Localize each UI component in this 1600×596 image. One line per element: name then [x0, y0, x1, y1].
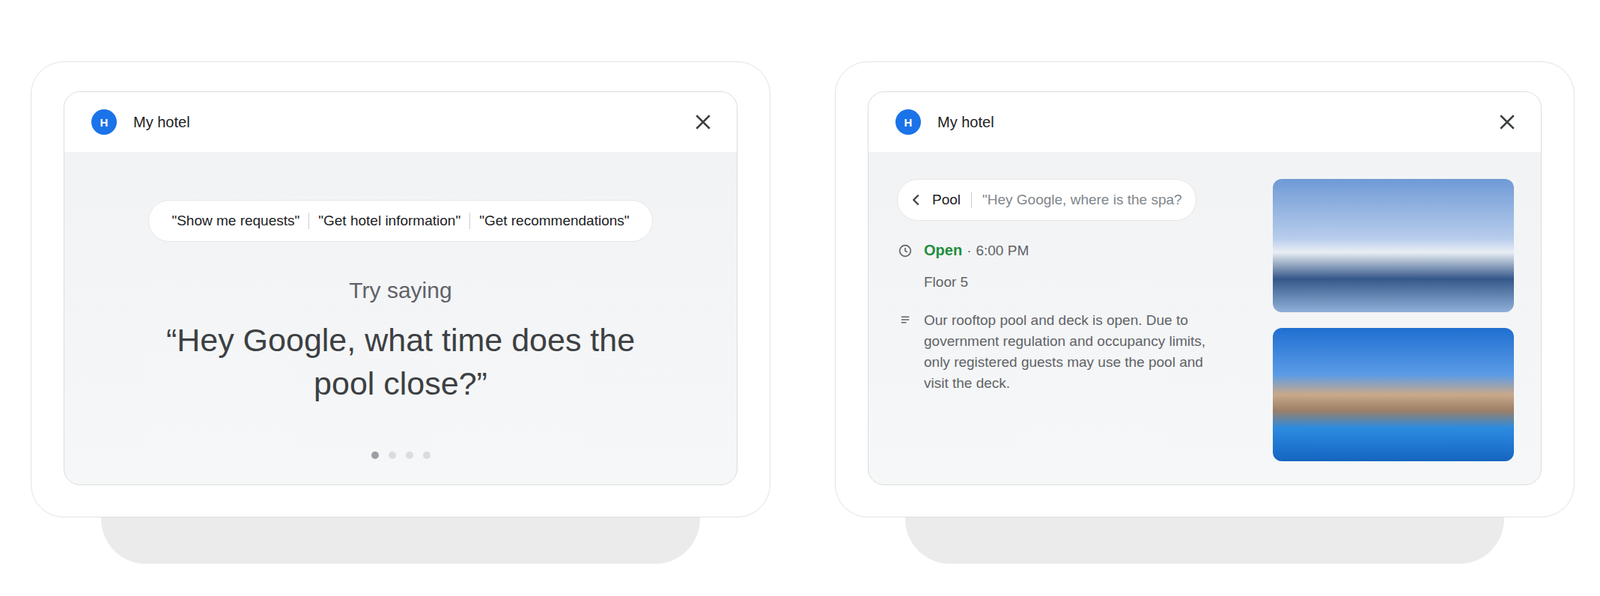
- nest-hub-device: H My hotel Pool "Hey Google, where is the s…: [834, 61, 1575, 596]
- device-screen: H My hotel "Show me requests""Get hotel in…: [63, 91, 738, 486]
- description-row: Our rooftop pool and deck is open. Due t…: [896, 309, 1236, 394]
- hours-row: Open·6:00 PM: [896, 241, 1236, 260]
- pager-dot[interactable]: [405, 451, 414, 459]
- suggestion-chip[interactable]: "Show me requests": [162, 212, 309, 230]
- device-stand: [101, 517, 701, 564]
- device-frame: H My hotel "Show me requests""Get hotel in…: [30, 61, 771, 518]
- pager-dot[interactable]: [388, 451, 397, 459]
- separator: [469, 212, 471, 230]
- close-icon[interactable]: [691, 110, 715, 134]
- suggestion-bar: "Show me requests""Get hotel information…: [148, 199, 653, 242]
- device-frame: H My hotel Pool "Hey Google, where is the s…: [834, 61, 1575, 518]
- back-chevron-icon[interactable]: [908, 191, 925, 209]
- prompt-text: “Hey Google, what time does the pool clo…: [138, 318, 663, 406]
- separator: [971, 191, 972, 209]
- floor-text: Floor 5: [923, 274, 1236, 291]
- info-column: Pool "Hey Google, where is the spa? Open·6…: [896, 178, 1236, 462]
- home-body: "Show me requests""Get hotel information…: [64, 151, 737, 485]
- avatar: H: [895, 109, 921, 135]
- detail-body: Pool "Hey Google, where is the spa? Open·6…: [868, 151, 1541, 485]
- device-screen: H My hotel Pool "Hey Google, where is the s…: [867, 91, 1542, 486]
- device-stand: [905, 517, 1505, 564]
- clock-icon: [896, 242, 914, 260]
- suggestion-chip[interactable]: "Get recommendations": [470, 212, 638, 230]
- header: H My hotel: [868, 92, 1541, 152]
- separator-dot: ·: [966, 242, 972, 260]
- suggestion-chip[interactable]: "Hey Google, where is the spa?: [982, 191, 1183, 209]
- pool-photo: [1272, 178, 1514, 313]
- avatar: H: [91, 109, 117, 135]
- suggestion-chip[interactable]: "Get hotel information": [309, 212, 470, 230]
- closing-time: 6:00 PM: [975, 242, 1029, 260]
- list-icon: [898, 312, 912, 327]
- header: H My hotel: [64, 92, 737, 152]
- hotel-photo: [1272, 327, 1514, 462]
- page: H My hotel "Show me requests""Get hotel in…: [0, 0, 1600, 596]
- separator: [308, 212, 310, 230]
- breadcrumb-label[interactable]: Pool: [932, 191, 961, 209]
- open-status: Open: [923, 241, 963, 260]
- header-title: My hotel: [133, 113, 692, 132]
- pager-dot[interactable]: [423, 451, 431, 459]
- nest-hub-device: H My hotel "Show me requests""Get hotel in…: [30, 61, 771, 596]
- pager: [371, 451, 431, 459]
- photo-column: [1272, 178, 1514, 462]
- description: Our rooftop pool and deck is open. Due t…: [923, 309, 1224, 394]
- breadcrumb: Pool "Hey Google, where is the spa?: [896, 178, 1197, 221]
- close-icon[interactable]: [1495, 110, 1519, 134]
- pager-dot[interactable]: [371, 451, 379, 459]
- prompt-label: Try saying: [348, 277, 452, 304]
- header-title: My hotel: [937, 113, 1496, 132]
